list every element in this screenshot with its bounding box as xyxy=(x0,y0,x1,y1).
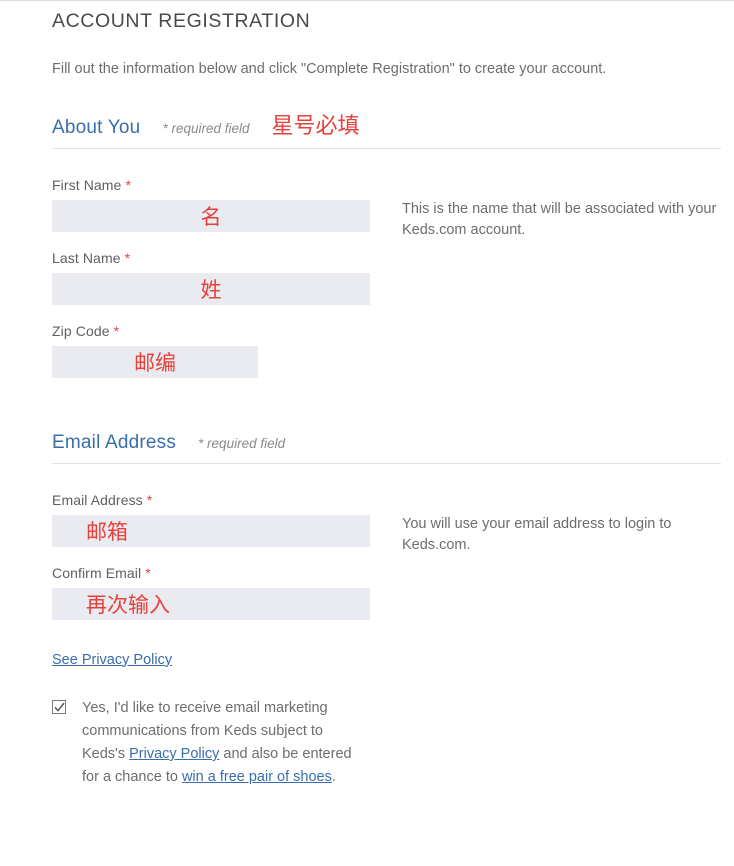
zip-code-label-text: Zip Code xyxy=(52,322,110,339)
first-name-label-text: First Name xyxy=(52,176,122,193)
about-you-helper-text: This is the name that will be associated… xyxy=(402,200,717,238)
confirm-email-label-text: Confirm Email xyxy=(52,564,142,581)
consent-privacy-policy-link[interactable]: Privacy Policy xyxy=(129,746,219,762)
first-name-field: First Name * 名 xyxy=(52,177,370,232)
consent-part-3: . xyxy=(331,769,336,786)
last-name-label: Last Name * xyxy=(52,250,370,266)
about-you-header: About You * required field 星号必填 xyxy=(52,113,734,148)
about-you-body: First Name * 名 Last Name * 姓 Zip Code * … xyxy=(52,149,734,396)
marketing-consent-row: Yes, I'd like to receive email marketing… xyxy=(52,697,370,790)
first-name-required-star: * xyxy=(125,176,132,193)
confirm-email-input[interactable]: 再次输入 xyxy=(52,587,370,620)
email-address-body: Email Address * 邮箱 Confirm Email * 再次输入 … xyxy=(52,464,734,790)
see-privacy-policy-link[interactable]: See Privacy Policy xyxy=(52,652,172,668)
registration-page: ACCOUNT REGISTRATION Fill out the inform… xyxy=(0,0,734,866)
email-address-fields: Email Address * 邮箱 Confirm Email * 再次输入 … xyxy=(52,492,370,790)
email-address-required-note: * required field xyxy=(198,435,286,451)
zip-code-field: Zip Code * 邮编 xyxy=(52,323,370,378)
email-field: Email Address * 邮箱 xyxy=(52,492,370,547)
last-name-required-star: * xyxy=(124,249,131,266)
zip-code-input[interactable]: 邮编 xyxy=(52,345,258,378)
email-address-helper-text: You will use your email address to login… xyxy=(402,515,672,553)
about-you-section: About You * required field 星号必填 First Na… xyxy=(52,80,734,396)
zip-code-label: Zip Code * xyxy=(52,323,370,339)
email-label-text: Email Address xyxy=(52,491,143,508)
last-name-input[interactable]: 姓 xyxy=(52,272,370,305)
email-address-header: Email Address * required field xyxy=(52,432,734,463)
marketing-consent-checkbox[interactable] xyxy=(52,699,66,714)
about-you-required-note: * required field xyxy=(162,120,250,136)
zip-code-required-star: * xyxy=(113,322,120,339)
about-you-annotation: 星号必填 xyxy=(271,113,360,139)
marketing-consent-text: Yes, I'd like to receive email marketing… xyxy=(82,697,360,790)
email-label: Email Address * xyxy=(52,492,370,508)
confirm-email-label: Confirm Email * xyxy=(52,565,370,581)
first-name-input[interactable]: 名 xyxy=(52,199,370,232)
about-you-fields: First Name * 名 Last Name * 姓 Zip Code * … xyxy=(52,177,370,396)
last-name-label-text: Last Name xyxy=(52,249,121,266)
intro-text: Fill out the information below and click… xyxy=(52,61,607,78)
consent-free-shoes-link[interactable]: win a free pair of shoes xyxy=(182,769,332,785)
email-input[interactable]: 邮箱 xyxy=(52,514,370,547)
confirm-email-required-star: * xyxy=(145,564,151,581)
checkmark-icon xyxy=(54,702,65,712)
last-name-field: Last Name * 姓 xyxy=(52,250,370,305)
first-name-label: First Name * xyxy=(52,177,370,193)
confirm-email-field: Confirm Email * 再次输入 xyxy=(52,565,370,620)
page-title: ACCOUNT REGISTRATION xyxy=(52,10,311,32)
email-address-section: Email Address * required field Email Add… xyxy=(52,396,734,790)
email-address-title: Email Address xyxy=(52,431,177,453)
email-required-star: * xyxy=(146,491,153,508)
about-you-title: About You xyxy=(52,116,141,138)
